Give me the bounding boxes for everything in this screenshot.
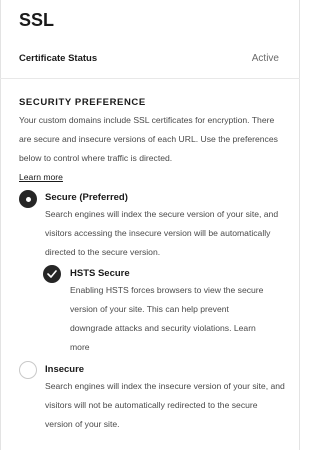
option-secure-description: Search engines will index the secure ver… (45, 209, 279, 257)
page-title: SSL (19, 10, 55, 30)
option-hsts-label[interactable]: HSTS Secure (70, 268, 130, 279)
hsts-checkbox[interactable] (43, 265, 61, 283)
security-preference-heading: SECURITY PREFERENCE (19, 97, 146, 108)
security-learn-more-link[interactable]: Learn more (19, 168, 63, 187)
radio-unselected-icon[interactable] (19, 361, 37, 379)
security-preference-description: Your custom domains include SSL certific… (19, 111, 285, 187)
option-secure-label[interactable]: Secure (Preferred) (45, 192, 128, 203)
certificate-status-row: Certificate Status Active (19, 53, 279, 67)
security-description-text: Your custom domains include SSL certific… (19, 115, 278, 163)
option-insecure-description: Search engines will index the insecure v… (45, 381, 285, 429)
option-insecure-label[interactable]: Insecure (45, 364, 84, 375)
certificate-status-label: Certificate Status (19, 53, 98, 64)
option-hsts-description: Enabling HSTS forces browsers to view th… (70, 281, 270, 357)
certificate-status-value: Active (251, 53, 279, 64)
radio-selected-icon[interactable] (19, 190, 37, 208)
section-divider (0, 78, 300, 79)
checkmark-icon (47, 270, 57, 278)
